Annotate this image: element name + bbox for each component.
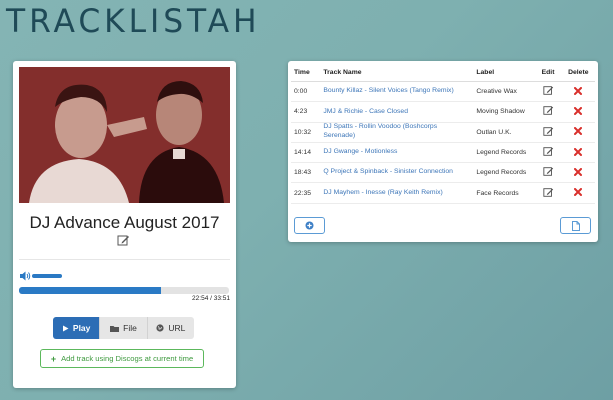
add-row-button[interactable] (294, 217, 325, 234)
table-row: 10:32 DJ Spatts - Rollin Voodoo (Boshcor… (291, 122, 595, 143)
table-row: 14:14 DJ Gwange - Motionless Legend Reco… (291, 142, 595, 164)
track-label: Face Records (473, 182, 535, 204)
url-button[interactable]: URL (146, 317, 194, 339)
edit-icon[interactable] (542, 187, 554, 200)
plus-circle-icon (305, 221, 314, 230)
track-name-link[interactable]: DJ Gwange - Motionless (323, 148, 397, 155)
divider (19, 259, 230, 260)
delete-icon[interactable] (574, 106, 583, 117)
document-icon (571, 220, 580, 231)
track-name-link[interactable]: DJ Spatts - Rollin Voodoo (Boshcorps Ser… (323, 123, 437, 139)
column-header-edit: Edit (534, 64, 562, 82)
track-label: Legend Records (473, 162, 535, 184)
track-label: Moving Shadow (473, 101, 535, 123)
edit-icon[interactable] (542, 85, 554, 98)
edit-icon[interactable] (542, 105, 554, 118)
file-button[interactable]: File (99, 317, 147, 339)
source-button-group: Play File URL (53, 317, 194, 339)
table-row: 22:35 DJ Mayhem - Inesse (Ray Keith Remi… (291, 182, 595, 204)
delete-icon[interactable] (574, 167, 583, 178)
add-track-label: Add track using Discogs at current time (61, 354, 194, 363)
column-header-delete: Delete (561, 64, 595, 82)
export-button[interactable] (560, 217, 591, 234)
delete-icon[interactable] (574, 188, 583, 198)
track-name-link[interactable]: Bounty Killaz - Silent Voices (Tango Rem… (323, 87, 453, 94)
delete-icon[interactable] (574, 86, 583, 97)
track-label: Outlan U.K. (473, 122, 535, 143)
file-label: File (123, 323, 137, 333)
edit-icon[interactable] (542, 166, 554, 179)
plus-icon: + (50, 353, 57, 364)
volume-slider[interactable] (32, 274, 62, 278)
track-name-link[interactable]: JMJ & Richie - Case Closed (323, 108, 408, 115)
tracklist-table: Time Track Name Label Edit Delete 0:00 B… (291, 64, 595, 204)
track-name-link[interactable]: Q Project & Spinback - Sinister Connecti… (323, 168, 453, 175)
table-row: 18:43 Q Project & Spinback - Sinister Co… (291, 162, 595, 184)
play-button[interactable]: Play (53, 317, 100, 339)
progress-bar[interactable] (19, 287, 229, 294)
table-row: 4:23 JMJ & Richie - Case Closed Moving S… (291, 101, 595, 123)
table-header-row: Time Track Name Label Edit Delete (291, 64, 595, 82)
play-label: Play (72, 323, 91, 333)
play-icon (62, 325, 69, 331)
track-time: 0:00 (291, 81, 321, 103)
edit-icon[interactable] (542, 126, 554, 139)
delete-icon[interactable] (574, 127, 583, 137)
track-time: 14:14 (291, 142, 321, 164)
mix-title: DJ Advance August 2017 (29, 213, 220, 232)
track-time: 22:35 (291, 182, 321, 204)
track-label: Legend Records (473, 142, 535, 164)
table-row: 0:00 Bounty Killaz - Silent Voices (Tang… (291, 81, 595, 103)
track-time: 10:32 (291, 122, 321, 143)
url-label: URL (168, 323, 186, 333)
column-header-track: Track Name (320, 64, 474, 82)
track-time: 4:23 (291, 101, 321, 123)
globe-icon (156, 324, 164, 332)
folder-icon (110, 325, 120, 332)
column-header-label: Label (473, 64, 535, 82)
cover-image (19, 67, 230, 203)
track-time: 18:43 (291, 162, 321, 184)
player-card: DJ Advance August 2017 22:54 / 33:51 Pla… (13, 61, 236, 388)
track-name-link[interactable]: DJ Mayhem - Inesse (Ray Keith Remix) (323, 189, 442, 196)
column-header-time: Time (291, 64, 321, 82)
add-track-button[interactable]: + Add track using Discogs at current tim… (40, 349, 204, 368)
tracklist-card: Time Track Name Label Edit Delete 0:00 B… (288, 61, 598, 242)
volume-icon[interactable] (19, 269, 31, 281)
progress-fill (19, 287, 161, 294)
time-readout: 22:54 / 33:51 (192, 295, 230, 302)
edit-icon[interactable] (542, 146, 554, 159)
track-label: Creative Wax (473, 81, 535, 103)
delete-icon[interactable] (574, 147, 583, 158)
edit-icon[interactable] (117, 234, 130, 247)
app-title: TRACKLISTAH (6, 2, 261, 40)
